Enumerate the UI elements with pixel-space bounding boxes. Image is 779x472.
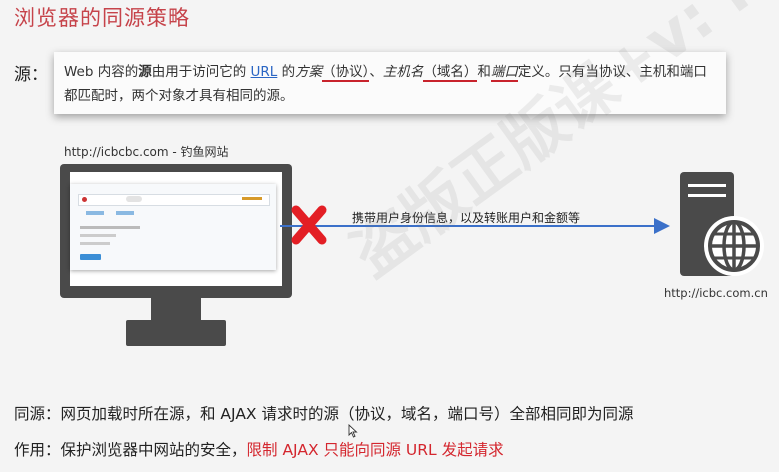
mini-header-bar (78, 194, 270, 206)
host-note: （域名） (423, 64, 478, 82)
mini-submit-button (80, 254, 101, 260)
server-label: http://icbc.com.cn (664, 286, 768, 300)
mini-avatar (126, 196, 142, 202)
same-origin-definition: 同源：网页加载时所在源，和 AJAX 请求时的源（协议，域名，端口号）全部相同即… (14, 405, 634, 423)
url-link[interactable]: URL (251, 64, 278, 80)
definition-text-3: 的 (277, 64, 296, 80)
origin-label: 源： (14, 65, 48, 85)
mini-tab-2 (116, 211, 134, 215)
host-term: 主机名 (382, 64, 424, 80)
definition-and: 和 (477, 64, 491, 80)
port-term: 端口 (490, 64, 518, 82)
monitor-stand (126, 320, 226, 346)
mini-tab-1 (86, 211, 104, 215)
request-description: 携带用户身份信息，以及转账用户和金额等 (352, 211, 581, 225)
definition-bold-origin: 源 (138, 64, 152, 80)
scheme-term: 方案 (295, 64, 323, 80)
origin-definition-box: Web 内容的源由用于访问它的 URL 的方案（协议）、主机名（域名）和端口定义… (54, 52, 726, 114)
purpose-line: 作用：保护浏览器中网站的安全，限制 AJAX 只能向同源 URL 发起请求 (14, 438, 504, 460)
mini-amount (242, 197, 262, 200)
definition-sep: 、 (369, 64, 383, 80)
mini-form-line-2 (80, 234, 116, 237)
purpose-highlight: 限制 AJAX 只能向同源 URL 发起请求 (246, 441, 504, 459)
monitor-neck (151, 298, 201, 322)
mini-logo-icon (82, 197, 87, 202)
phishing-site-label: http://icbcbc.com - 钓鱼网站 (64, 145, 229, 159)
definition-text-1: Web 内容的 (64, 64, 139, 80)
purpose-prefix: 作用：保护浏览器中网站的安全， (14, 441, 247, 459)
mouse-cursor-icon (348, 424, 358, 438)
mini-webpage (70, 184, 276, 270)
server-globe-icon (680, 172, 764, 276)
definition-text-2: 由用于访问它的 (151, 64, 251, 80)
mini-form-line-1 (80, 226, 140, 229)
mini-form-line-3 (80, 242, 110, 245)
scheme-note: （协议） (322, 64, 370, 82)
page-title: 浏览器的同源策略 (14, 6, 190, 30)
